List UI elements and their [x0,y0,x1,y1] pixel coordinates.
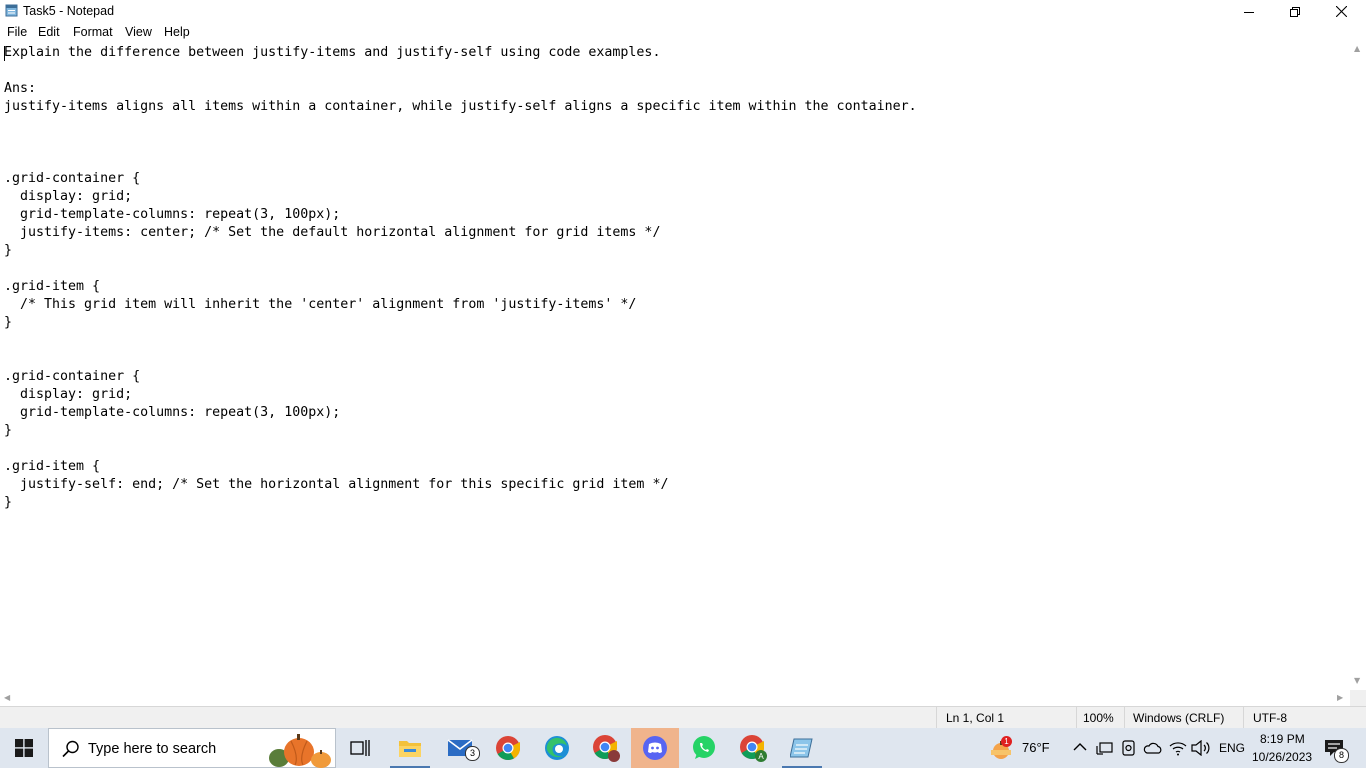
status-divider [1243,707,1244,729]
restore-icon [1290,6,1300,17]
language-indicator[interactable]: ENG [1219,741,1245,755]
scroll-up-arrow-icon[interactable]: ▲ [1354,44,1360,53]
notification-count-badge: 8 [1334,748,1349,763]
close-button[interactable] [1318,0,1364,23]
minimize-icon [1244,11,1254,13]
chrome-profile-a-button[interactable]: A [729,728,777,768]
notepad-icon [790,738,813,758]
menu-bar: File Edit Format View Help [0,23,1366,42]
pumpkins-icon [269,734,331,768]
menu-view[interactable]: View [125,25,152,39]
status-bar: Ln 1, Col 1 100% Windows (CRLF) UTF-8 [0,706,1366,729]
minimize-button[interactable] [1226,0,1272,23]
mail-button[interactable]: 3 [436,728,484,768]
whatsapp-icon [693,736,715,759]
menu-file[interactable]: File [7,25,27,39]
discord-icon [643,736,667,760]
zoom-level: 100% [1083,711,1114,725]
scroll-down-arrow-icon[interactable]: ▼ [1354,676,1360,685]
chrome-profile-icon [593,735,620,762]
taskbar-search[interactable]: Type here to search [48,728,336,768]
line-ending: Windows (CRLF) [1133,711,1225,725]
mail-badge: 3 [465,746,480,761]
window-title: Task5 - Notepad [23,4,115,18]
edge-icon [545,736,569,760]
file-explorer-icon [399,741,421,757]
status-divider [1076,707,1077,729]
text-caret [4,46,5,61]
notepad-taskbar-button[interactable] [778,728,826,768]
whatsapp-button[interactable] [680,728,728,768]
taskbar: Type here to search 3 A 1 76°F ENG 8:19 … [0,728,1366,768]
status-divider [936,707,937,729]
scroll-left-arrow-icon[interactable]: ◀ [4,693,10,702]
onedrive-cloud-icon[interactable] [1143,741,1163,755]
encoding: UTF-8 [1253,711,1287,725]
volume-icon[interactable] [1191,740,1211,756]
search-icon [62,740,79,758]
chrome-icon [496,736,520,761]
clock-time: 8:19 PM [1260,732,1305,746]
menu-format[interactable]: Format [73,25,113,39]
vertical-scrollbar[interactable]: ▲ ▼ [1350,42,1366,690]
wifi-icon[interactable] [1169,740,1187,756]
search-placeholder: Type here to search [88,741,217,757]
windows-logo-icon [15,739,33,757]
restore-button[interactable] [1272,0,1318,23]
clock-date: 10/26/2023 [1252,750,1313,764]
weather-alert-badge: 1 [1001,736,1012,747]
start-button[interactable] [0,728,48,768]
menu-edit[interactable]: Edit [38,25,60,39]
network-device-icon[interactable] [1096,740,1114,756]
notepad-icon [5,4,18,17]
weather-temperature[interactable]: 76°F [1022,740,1050,755]
editor-content[interactable]: Explain the difference between justify-i… [4,44,917,512]
menu-help[interactable]: Help [164,25,190,39]
task-view-button[interactable] [336,728,384,768]
meet-now-icon[interactable] [1121,739,1137,757]
chrome-profile-a-icon: A [740,735,767,762]
scroll-right-arrow-icon[interactable]: ▶ [1337,693,1343,702]
horizontal-scrollbar[interactable]: ◀ ▶ [0,690,1350,706]
chrome-profile-button[interactable] [582,728,630,768]
close-icon [1335,6,1347,17]
chevron-up-icon[interactable] [1073,742,1087,752]
title-bar[interactable]: Task5 - Notepad [0,0,1366,23]
svg-text:A: A [758,752,764,761]
cursor-position: Ln 1, Col 1 [946,711,1005,725]
edge-button[interactable] [533,728,581,768]
status-divider [1124,707,1125,729]
discord-button[interactable] [631,728,679,768]
scrollbar-corner [1350,690,1366,706]
chrome-button[interactable] [484,728,532,768]
clock[interactable]: 8:19 PM 10/26/2023 [1250,730,1318,766]
file-explorer-button[interactable] [386,728,434,768]
text-editor[interactable]: Explain the difference between justify-i… [0,42,1350,690]
task-view-icon [350,740,370,756]
